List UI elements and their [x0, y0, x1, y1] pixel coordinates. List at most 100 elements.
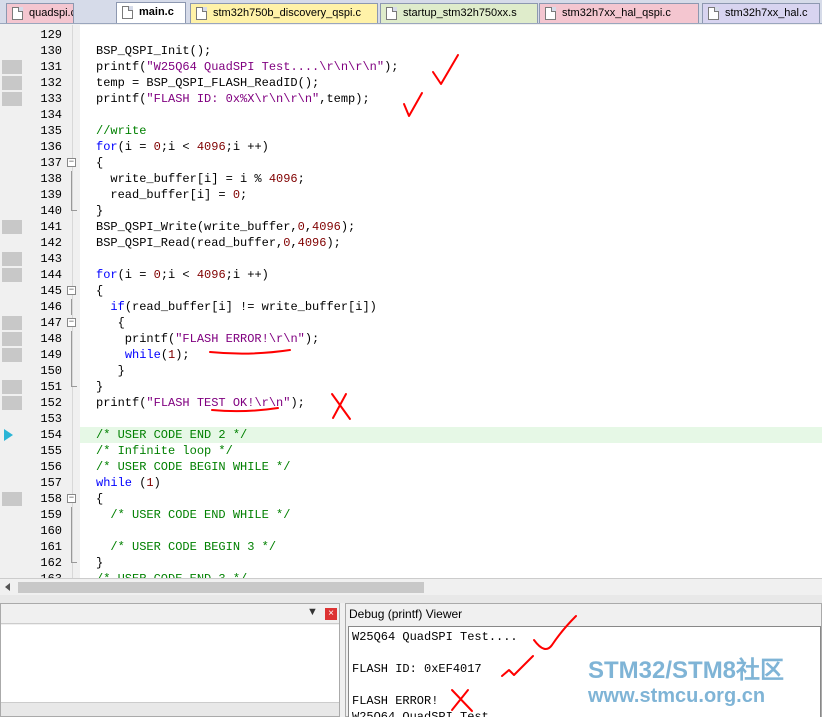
code-token: ; — [240, 188, 248, 202]
line-number: 163 — [24, 571, 62, 578]
code-line[interactable]: 151} — [0, 379, 822, 395]
tab-label: startup_stm32h750xx.s — [403, 7, 517, 19]
code-token: /* Infinite loop */ — [96, 444, 233, 458]
horizontal-scrollbar[interactable] — [0, 578, 822, 595]
code-token: ;i < — [160, 140, 197, 154]
line-number: 153 — [40, 412, 62, 426]
fold-toggle-icon[interactable]: − — [67, 494, 76, 503]
pin-icon[interactable]: ▼ — [307, 606, 318, 618]
line-number: 145 — [40, 284, 62, 298]
fold-toggle-icon[interactable]: − — [67, 318, 76, 327]
left-panel-content — [1, 625, 339, 702]
scroll-left-icon[interactable] — [5, 583, 10, 591]
tab-label: quadspi.c — [29, 7, 74, 19]
code-line[interactable]: 134 — [0, 107, 822, 123]
line-number: 131 — [40, 60, 62, 74]
code-text: } — [80, 363, 822, 379]
tab-startup-stm32h750xx-s[interactable]: startup_stm32h750xx.s — [380, 3, 538, 23]
code-text: /* Infinite loop */ — [80, 443, 822, 459]
code-token: ;i ++) — [225, 268, 269, 282]
line-marker — [2, 76, 22, 90]
panel-splitter[interactable] — [0, 595, 822, 603]
line-marker — [2, 332, 22, 346]
code-token: ); — [384, 60, 399, 74]
code-line[interactable]: 162} — [0, 555, 822, 571]
code-editor[interactable]: 129 130 BSP_QSPI_Init(); 131 printf("W25Q64 … — [0, 25, 822, 578]
fold-guide — [71, 507, 72, 523]
code-line[interactable]: 159 /* USER CODE END WHILE */ — [0, 507, 822, 523]
tab-quadspi-c[interactable]: quadspi.c — [6, 3, 74, 23]
code-line[interactable]: 153 — [0, 411, 822, 427]
code-line[interactable]: 146 if(read_buffer[i] != write_buffer[i]… — [0, 299, 822, 315]
code-line[interactable]: 131 printf("W25Q64 QuadSPI Test....\r\n\r… — [0, 59, 822, 75]
code-text: printf("FLASH TEST OK!\r\n"); — [80, 395, 822, 411]
code-line[interactable]: 138 write_buffer[i] = i % 4096; — [0, 171, 822, 187]
code-token: (read_buffer[i] != write_buffer[i]) — [124, 300, 377, 314]
code-line[interactable]: 158− { — [0, 491, 822, 507]
code-line[interactable]: 149 while(1); — [0, 347, 822, 363]
code-token: 0 — [297, 220, 305, 234]
file-icon — [545, 7, 556, 20]
code-token: BSP_QSPI_Init(); — [96, 44, 212, 58]
code-line[interactable]: 136 for(i = 0;i < 4096;i ++) — [0, 139, 822, 155]
tab-main-c[interactable]: main.c — [116, 2, 186, 23]
code-line[interactable]: 142 BSP_QSPI_Read(read_buffer,0,4096); — [0, 235, 822, 251]
code-token: printf( — [96, 92, 147, 106]
line-marker — [2, 380, 22, 394]
code-token: { — [96, 156, 104, 170]
line-number: 157 — [40, 476, 62, 490]
code-token: } — [96, 204, 104, 218]
code-line[interactable]: 145− { — [0, 283, 822, 299]
code-token: "FLASH ID: 0x%X\r\n\r\n" — [146, 92, 320, 106]
code-line[interactable]: 129 — [0, 27, 822, 43]
code-line[interactable]: 141 BSP_QSPI_Write(write_buffer,0,4096); — [0, 219, 822, 235]
code-token: read_buffer[i] = — [96, 188, 233, 202]
code-line[interactable]: 132 temp = BSP_QSPI_FLASH_ReadID(); — [0, 75, 822, 91]
fold-toggle-icon[interactable]: − — [67, 158, 76, 167]
code-line[interactable]: 160 — [0, 523, 822, 539]
code-token: temp = BSP_QSPI_FLASH_ReadID(); — [96, 76, 320, 90]
scrollbar-thumb[interactable] — [18, 582, 424, 593]
code-line[interactable]: 133 printf("FLASH ID: 0x%X\r\n\r\n",temp)… — [0, 91, 822, 107]
code-token: write_buffer[i] = i % — [96, 172, 269, 186]
code-text: /* USER CODE END 2 */ — [80, 427, 822, 443]
code-line[interactable]: 143 — [0, 251, 822, 267]
code-line[interactable]: 152 printf("FLASH TEST OK!\r\n"); — [0, 395, 822, 411]
code-text: printf("FLASH ID: 0x%X\r\n\r\n",temp); — [80, 91, 822, 107]
code-text: { — [80, 283, 822, 299]
code-token: printf( — [96, 396, 147, 410]
code-line[interactable]: 144 for(i = 0;i < 4096;i ++) — [0, 267, 822, 283]
code-line[interactable]: 135 //write — [0, 123, 822, 139]
code-line[interactable]: 148 printf("FLASH ERROR!\r\n"); — [0, 331, 822, 347]
line-number: 138 — [40, 172, 62, 186]
code-line[interactable]: 139 read_buffer[i] = 0; — [0, 187, 822, 203]
code-token: 4096 — [312, 220, 341, 234]
code-line[interactable]: 156 /* USER CODE BEGIN WHILE */ — [0, 459, 822, 475]
fold-guide — [71, 363, 72, 379]
code-line[interactable]: 157 while (1) — [0, 475, 822, 491]
code-line[interactable]: 140} — [0, 203, 822, 219]
line-number: 156 — [40, 460, 62, 474]
code-line[interactable]: 163 /* USER CODE END 3 */ — [0, 571, 822, 578]
tab-stm32h7xx-hal-c[interactable]: stm32h7xx_hal.c — [702, 3, 820, 23]
code-line[interactable]: 137− { — [0, 155, 822, 171]
code-line[interactable]: 147− { — [0, 315, 822, 331]
tab-stm32h7xx-hal-qspi-c[interactable]: stm32h7xx_hal_qspi.c — [539, 3, 699, 23]
fold-toggle-icon[interactable]: − — [67, 286, 76, 295]
tab-stm32h750b-discovery-qspi-c[interactable]: stm32h750b_discovery_qspi.c — [190, 3, 378, 23]
code-line[interactable]: 161 /* USER CODE BEGIN 3 */ — [0, 539, 822, 555]
line-number: 144 — [40, 268, 62, 282]
close-icon[interactable]: × — [325, 608, 337, 620]
code-line[interactable]: 154 /* USER CODE END 2 */ — [0, 427, 822, 443]
code-text: { — [80, 491, 822, 507]
code-token: /* USER CODE END 2 */ — [96, 428, 248, 442]
code-token: 1 — [146, 476, 154, 490]
code-line[interactable]: 130 BSP_QSPI_Init(); — [0, 43, 822, 59]
code-line[interactable]: 150 } — [0, 363, 822, 379]
line-marker — [2, 348, 22, 362]
left-panel-scrollbar[interactable] — [1, 702, 339, 716]
code-line[interactable]: 155 /* Infinite loop */ — [0, 443, 822, 459]
code-token: for — [96, 268, 118, 282]
